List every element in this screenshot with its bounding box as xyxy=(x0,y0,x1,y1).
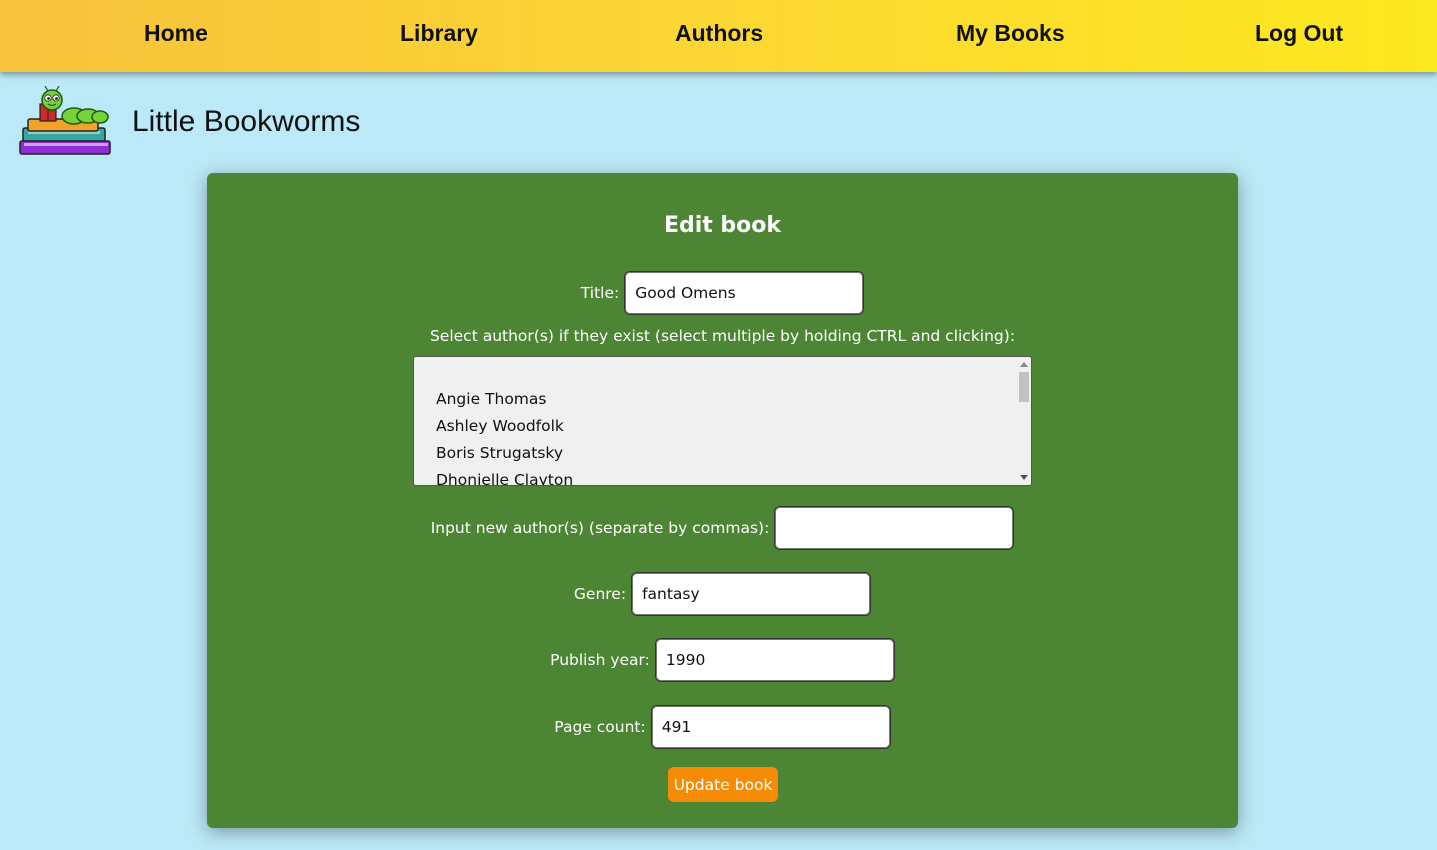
title-input[interactable] xyxy=(624,271,865,315)
author-option[interactable]: Dhonielle Clayton xyxy=(436,467,573,485)
new-author-input[interactable] xyxy=(774,506,1015,550)
nav-authors-link[interactable]: Authors xyxy=(675,20,763,47)
nav-home-link[interactable]: Home xyxy=(144,20,208,47)
author-option[interactable]: Boris Strugatsky xyxy=(436,440,573,467)
title-row: Title: xyxy=(207,271,1238,315)
genre-label: Genre: xyxy=(573,585,627,603)
authors-options: Angie Thomas Ashley Woodfolk Boris Strug… xyxy=(436,386,573,485)
scroll-up-arrow-icon[interactable] xyxy=(1020,362,1028,367)
nav-library-link[interactable]: Library xyxy=(400,20,478,47)
top-navbar: Home Library Authors My Books Log Out xyxy=(0,0,1437,72)
page-count-input[interactable] xyxy=(650,705,891,749)
author-option[interactable]: Ashley Woodfolk xyxy=(436,413,573,440)
scrollbar-thumb[interactable] xyxy=(1019,372,1029,402)
edit-book-panel: Edit book Title: Select author(s) if the… xyxy=(207,173,1238,828)
publish-year-input[interactable] xyxy=(654,638,895,682)
new-author-label: Input new author(s) (separate by commas)… xyxy=(430,519,770,537)
genre-input[interactable] xyxy=(631,572,872,616)
scroll-down-arrow-icon[interactable] xyxy=(1020,475,1028,480)
authors-multiselect[interactable]: Angie Thomas Ashley Woodfolk Boris Strug… xyxy=(413,356,1032,486)
authors-scrollbar[interactable] xyxy=(1016,357,1031,485)
bookworm-on-books-icon xyxy=(19,86,111,155)
title-label: Title: xyxy=(580,284,620,302)
site-brand: Little Bookworms xyxy=(18,86,360,158)
authors-select-label: Select author(s) if they exist (select m… xyxy=(429,327,1016,345)
publish-year-label: Publish year: xyxy=(550,651,650,669)
nav-log-out-link[interactable]: Log Out xyxy=(1255,20,1343,47)
author-option[interactable]: Angie Thomas xyxy=(436,386,573,413)
publish-year-row: Publish year: xyxy=(207,638,1238,682)
page-count-row: Page count: xyxy=(207,705,1238,749)
new-author-row: Input new author(s) (separate by commas)… xyxy=(207,506,1238,550)
genre-row: Genre: xyxy=(207,572,1238,616)
site-title: Little Bookworms xyxy=(132,105,361,138)
page-count-label: Page count: xyxy=(554,718,646,736)
update-book-button[interactable]: Update book xyxy=(668,767,778,802)
authors-label-row: Select author(s) if they exist (select m… xyxy=(207,327,1238,345)
edit-book-heading: Edit book xyxy=(663,213,782,238)
nav-my-books-link[interactable]: My Books xyxy=(956,20,1065,47)
